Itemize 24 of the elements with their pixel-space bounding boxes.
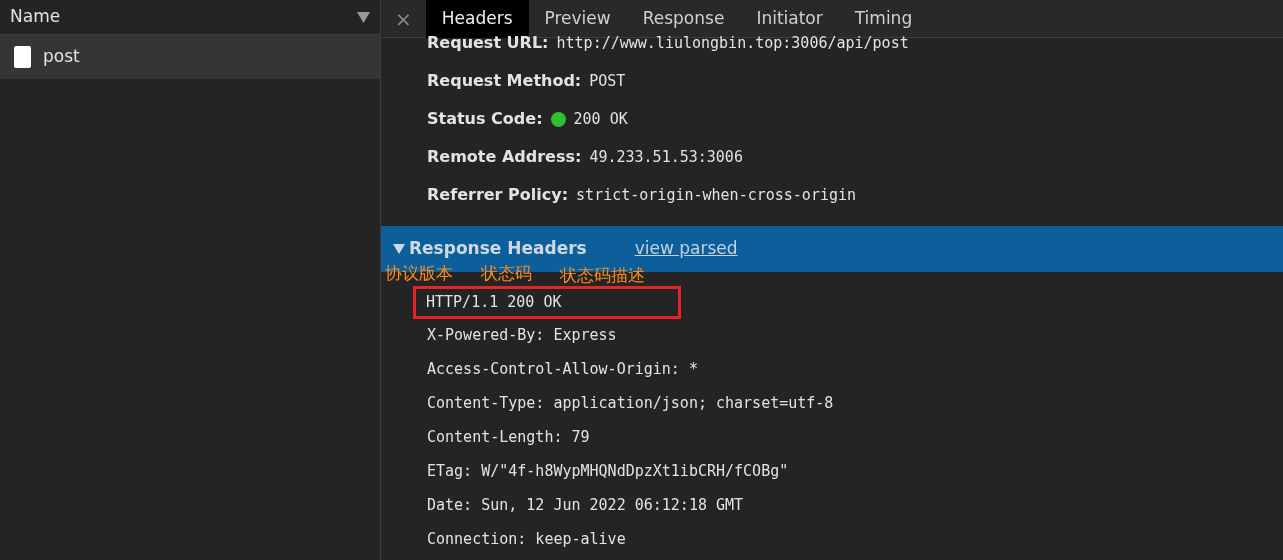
header-line: Content-Type: application/json; charset=utf-8 [427,393,834,415]
header-value: POST [589,70,626,92]
status-line: HTTP/1.1 200 OK [426,292,563,313]
file-icon [14,46,31,68]
header-name: Request Method: [427,70,582,92]
expanded-triangle-icon[interactable] [393,244,405,254]
header-name: Referrer Policy: [427,184,569,206]
header-line: Date: Sun, 12 Jun 2022 06:12:18 GMT [427,495,744,517]
header-value: http://www.liulongbin.top:3006/api/post [556,32,909,54]
header-name: Remote Address: [427,146,582,168]
header-value: 200 OK [573,108,628,130]
header-line: Access-Control-Allow-Origin: * [427,359,698,381]
header-line: ETag: W/"4f-h8WypMHQNdDpzXt1ibCRH/fCOBg" [427,461,789,483]
header-name: Status Code: [427,108,543,130]
view-parsed-link[interactable]: view parsed [634,236,738,262]
header-value: 49.233.51.53:3006 [589,146,743,168]
column-header[interactable]: Name [10,4,61,30]
header-line: Content-Length: 79 [427,427,590,449]
close-button[interactable]: × [381,0,426,37]
header-value: strict-origin-when-cross-origin [576,184,857,206]
sort-icon[interactable] [357,11,370,23]
header-line: Connection: keep-alive [427,529,626,551]
request-row[interactable]: post [0,35,380,79]
header-line: X-Powered-By: Express [427,325,617,347]
